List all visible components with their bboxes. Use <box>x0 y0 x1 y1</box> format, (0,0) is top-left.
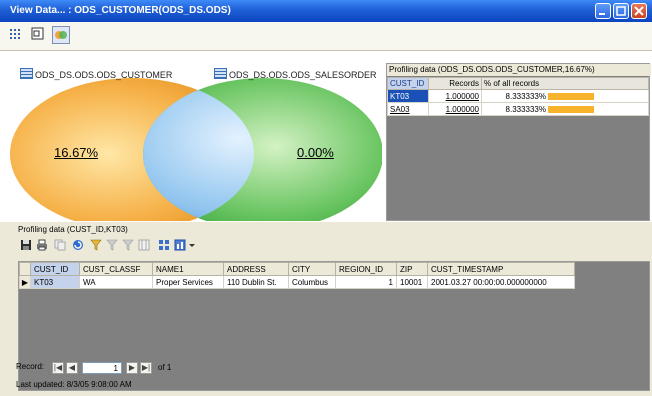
table-cell: 8.333333% <box>481 89 649 103</box>
column-header[interactable]: CUST_CLASSF <box>79 262 153 276</box>
percentage-bar <box>548 92 595 100</box>
table-cell[interactable]: SA03 <box>387 102 429 116</box>
column-header[interactable]: CUST_TIMESTAMP <box>427 262 575 276</box>
header-row: CUST_ID CUST_CLASSF NAME1 ADDRESS CITY R… <box>19 262 575 276</box>
table-cell[interactable]: 2001.03.27 00:00:00.000000000 <box>427 275 575 289</box>
maximize-button[interactable] <box>613 3 629 19</box>
column-header[interactable]: NAME1 <box>152 262 224 276</box>
record-count: of 1 <box>158 363 172 372</box>
refresh-icon[interactable] <box>72 239 84 251</box>
close-icon <box>634 6 644 16</box>
chart-view-icon[interactable] <box>174 239 186 251</box>
table-cell[interactable]: 1 <box>335 275 397 289</box>
previous-record-button[interactable]: ◀ <box>66 362 78 374</box>
table-view-button[interactable] <box>30 26 48 44</box>
venn-icon <box>55 31 67 39</box>
window-title: View Data... : ODS_CUSTOMER(ODS_DS.ODS) <box>10 5 231 16</box>
last-updated-status: Last updated: 8/3/05 9:08:00 AM <box>16 380 132 389</box>
table-cell[interactable]: 110 Dublin St. <box>223 275 289 289</box>
filter-add-icon[interactable] <box>106 239 118 251</box>
column-header[interactable]: CITY <box>288 262 336 276</box>
view-toolbar <box>0 22 652 51</box>
filter-icon[interactable] <box>90 239 102 251</box>
column-header[interactable]: ZIP <box>396 262 428 276</box>
customer-percentage-link[interactable]: 16.67% <box>54 145 98 160</box>
chevron-down-icon[interactable] <box>188 239 200 251</box>
table-cell[interactable]: Proper Services <box>152 275 224 289</box>
detail-data-table: CUST_ID CUST_CLASSF NAME1 ADDRESS CITY R… <box>19 262 575 289</box>
detail-pane: Profiling data (CUST_ID,KT03) CUST_ID CU… <box>0 222 652 396</box>
table-cell[interactable]: KT03 <box>387 89 429 103</box>
grid-layout-icon[interactable] <box>158 239 170 251</box>
venn-view-button[interactable] <box>52 26 70 44</box>
table-view-icon <box>31 27 44 40</box>
filter-remove-icon[interactable] <box>122 239 134 251</box>
minimize-button[interactable] <box>595 3 611 19</box>
view-data-window: View Data... : ODS_CUSTOMER(ODS_DS.ODS) <box>0 0 652 396</box>
profiling-summary-panel: Profiling data (ODS_DS.ODS.ODS_CUSTOMER,… <box>386 63 651 221</box>
maximize-icon <box>616 6 626 16</box>
show-columns-icon[interactable] <box>138 239 150 251</box>
table-row[interactable]: SA03 1.000000 8.333333% <box>387 102 649 116</box>
row-header-corner <box>19 262 31 276</box>
print-icon[interactable] <box>36 239 48 251</box>
profiling-detail-caption: Profiling data (CUST_ID,KT03) <box>18 225 128 234</box>
column-header[interactable]: CUST_ID <box>30 262 80 276</box>
table-cell[interactable]: WA <box>79 275 153 289</box>
record-navigator: Record: |◀ ◀ 1 ▶ ▶| of 1 <box>16 362 171 376</box>
minimize-icon <box>599 13 605 15</box>
grid-view-button[interactable] <box>8 26 26 44</box>
current-row-indicator: ▶ <box>19 275 31 289</box>
profiling-summary-table: CUST_ID Records % of all records KT03 1.… <box>387 77 649 116</box>
title-bar: View Data... : ODS_CUSTOMER(ODS_DS.ODS) <box>0 0 652 22</box>
table-cell: 8.333333% <box>481 102 649 116</box>
last-record-button[interactable]: ▶| <box>140 362 152 374</box>
table-cell[interactable]: Columbus <box>288 275 336 289</box>
customer-set-label: ODS_DS.ODS.ODS_CUSTOMER <box>20 68 172 80</box>
copy-icon[interactable] <box>54 239 66 251</box>
close-button[interactable] <box>631 3 647 19</box>
table-icon <box>214 68 227 79</box>
record-number-input[interactable]: 1 <box>82 362 122 374</box>
column-header[interactable]: CUST_ID <box>387 77 429 90</box>
column-header[interactable]: Records <box>428 77 482 90</box>
percentage-bar <box>548 105 595 113</box>
first-record-button[interactable]: |◀ <box>52 362 64 374</box>
next-record-button[interactable]: ▶ <box>126 362 138 374</box>
table-row[interactable]: ▶ KT03 WA Proper Services 110 Dublin St.… <box>19 275 575 289</box>
record-label: Record: <box>16 362 45 371</box>
column-header[interactable]: REGION_ID <box>335 262 397 276</box>
grid-view-icon <box>10 29 20 39</box>
venn-diagram-pane: ODS_DS.ODS.ODS_CUSTOMER ODS_DS.ODS.ODS_S… <box>0 51 382 221</box>
table-cell[interactable]: KT03 <box>30 275 80 289</box>
table-cell[interactable]: 1.000000 <box>428 102 482 116</box>
profiling-summary-caption: Profiling data (ODS_DS.ODS.ODS_CUSTOMER,… <box>387 64 651 76</box>
table-row[interactable]: KT03 1.000000 8.333333% <box>387 89 649 103</box>
table-cell[interactable]: 1.000000 <box>428 89 482 103</box>
salesorder-percentage-link[interactable]: 0.00% <box>297 145 334 160</box>
column-header[interactable]: % of all records <box>481 77 649 90</box>
column-header[interactable]: ADDRESS <box>223 262 289 276</box>
salesorder-set-label: ODS_DS.ODS.ODS_SALESORDER <box>214 68 377 80</box>
save-icon[interactable] <box>20 239 32 251</box>
table-icon <box>20 68 33 79</box>
table-cell[interactable]: 10001 <box>396 275 428 289</box>
